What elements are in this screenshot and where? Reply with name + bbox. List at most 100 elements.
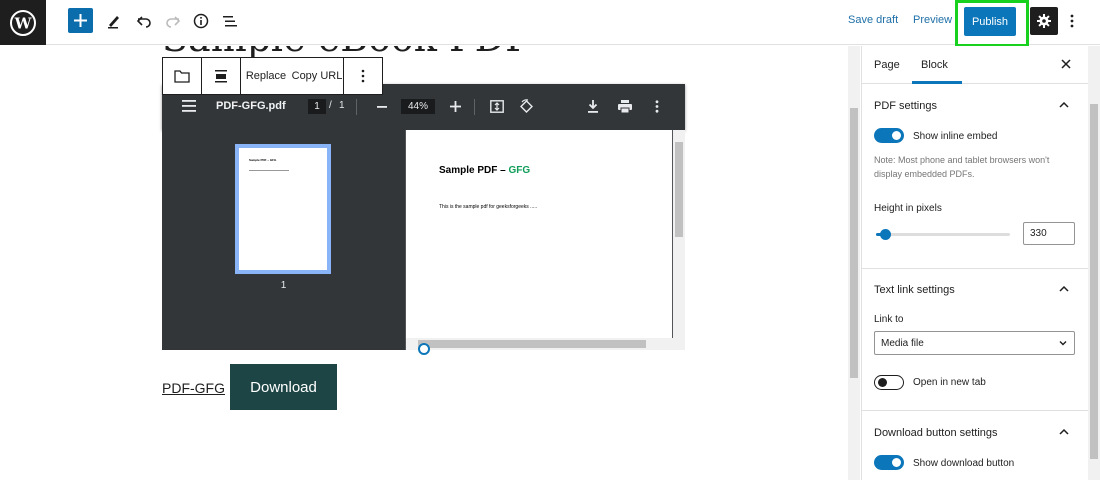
align-button[interactable] — [202, 58, 240, 94]
editor-top-bar: W Save draft Preview Publish — [0, 0, 1100, 47]
print-icon[interactable] — [618, 100, 632, 113]
page-thumbnail[interactable]: Sample PDF – GFG — [235, 144, 331, 274]
scrollbar-thumb[interactable] — [850, 108, 858, 378]
zoom-in-icon[interactable] — [450, 101, 461, 112]
thumbnail-page-number: 1 — [280, 280, 287, 291]
height-slider-handle[interactable] — [880, 229, 892, 240]
align-icon — [215, 70, 227, 83]
chevron-up-icon[interactable] — [1058, 426, 1070, 438]
preview-button[interactable]: Preview — [913, 14, 952, 26]
zoom-out-icon[interactable] — [377, 106, 387, 108]
zoom-level-input[interactable]: 44% — [401, 99, 435, 114]
download-button-settings-title[interactable]: Download button settings — [874, 427, 998, 439]
download-button[interactable]: Download — [230, 364, 337, 410]
copy-url-button[interactable]: Copy URL — [291, 58, 343, 94]
info-icon — [193, 13, 209, 29]
details-button[interactable] — [190, 10, 212, 32]
total-pages: 1 — [339, 100, 345, 111]
gear-icon — [1037, 14, 1051, 28]
pdf-page-body-text: This is the sample pdf for geeksforgeeks… — [439, 204, 538, 210]
open-new-tab-toggle[interactable] — [874, 375, 904, 390]
editor-canvas: Sample eBook PDF Replace Copy URL — [0, 46, 848, 480]
scrollbar-thumb[interactable] — [418, 340, 646, 348]
fit-page-icon[interactable] — [490, 100, 504, 113]
pdf-viewer-body: Sample PDF – GFG 1 Sample PDF – GFG This… — [162, 130, 685, 350]
active-tab-indicator — [912, 81, 962, 84]
sidebar-scrollbar[interactable] — [1088, 46, 1100, 480]
replace-button[interactable]: Replace — [241, 58, 291, 94]
options-button[interactable] — [1064, 10, 1080, 32]
page-separator: / — [329, 100, 332, 111]
height-input[interactable]: 330 — [1023, 222, 1075, 245]
show-inline-embed-label: Show inline embed — [913, 131, 998, 142]
toolbar-divider — [356, 99, 357, 115]
rotate-icon[interactable] — [519, 99, 534, 114]
resize-handle[interactable] — [418, 343, 430, 355]
undo-button[interactable] — [133, 10, 155, 32]
pdf-filename: PDF-GFG.pdf — [216, 100, 286, 112]
show-inline-embed-toggle[interactable] — [874, 128, 904, 143]
scrollbar-thumb[interactable] — [1090, 104, 1098, 459]
link-to-select[interactable]: Media file — [874, 331, 1075, 355]
close-icon[interactable] — [1058, 56, 1074, 72]
editor-scrollbar[interactable] — [848, 46, 860, 480]
toggle-knob — [892, 458, 901, 467]
list-view-icon — [223, 16, 237, 27]
tab-block[interactable]: Block — [921, 59, 948, 71]
show-download-button-toggle[interactable] — [874, 455, 904, 470]
publish-button[interactable]: Publish — [964, 7, 1016, 36]
plus-icon — [74, 14, 87, 27]
settings-sidebar: Page Block PDF settings Show inline embe… — [861, 46, 1100, 480]
height-slider-track[interactable] — [876, 233, 1010, 236]
menu-icon[interactable] — [182, 100, 196, 112]
text-link-settings-title[interactable]: Text link settings — [874, 284, 955, 296]
open-new-tab-label: Open in new tab — [913, 377, 986, 388]
list-view-button[interactable] — [219, 10, 241, 32]
vertical-ellipsis-icon[interactable] — [655, 100, 659, 113]
page-number-input[interactable]: 1 — [308, 99, 326, 114]
toggle-knob — [878, 378, 887, 387]
file-link[interactable]: PDF-GFG — [162, 380, 225, 396]
add-block-button[interactable] — [68, 8, 93, 33]
pdf-horizontal-scrollbar[interactable] — [406, 338, 685, 350]
pdf-page-heading: Sample PDF – GFG — [439, 165, 530, 176]
height-label: Height in pixels — [874, 203, 942, 214]
pdf-heading-text: Sample PDF – — [439, 165, 509, 176]
chevron-up-icon[interactable] — [1058, 283, 1070, 295]
block-options-button[interactable] — [344, 58, 382, 94]
block-type-button[interactable] — [163, 58, 201, 94]
redo-button[interactable] — [162, 10, 184, 32]
pdf-vertical-scrollbar[interactable] — [673, 130, 685, 338]
svg-text:W: W — [14, 14, 33, 32]
download-icon[interactable] — [587, 100, 599, 113]
block-toolbar: Replace Copy URL — [162, 57, 383, 95]
thumbnail-text-line — [249, 170, 289, 171]
undo-icon — [136, 16, 151, 28]
toggle-knob — [892, 131, 901, 140]
show-download-button-label: Show download button — [913, 458, 1015, 469]
edit-tools-button[interactable] — [103, 10, 125, 32]
folder-icon — [174, 70, 190, 83]
vertical-ellipsis-icon — [1070, 14, 1074, 28]
embed-note: Note: Most phone and tablet browsers won… — [874, 155, 1050, 179]
link-to-value: Media file — [881, 337, 924, 349]
thumbnail-pane: Sample PDF – GFG 1 — [162, 130, 405, 350]
sidebar-tabs: Page Block — [862, 46, 1088, 84]
save-draft-button[interactable]: Save draft — [848, 14, 898, 26]
panel-divider — [862, 410, 1088, 411]
wordpress-logo-icon[interactable]: W — [0, 0, 46, 45]
pdf-page: Sample PDF – GFG This is the sample pdf … — [406, 130, 672, 338]
link-to-label: Link to — [874, 314, 904, 325]
thumbnail-heading: Sample PDF – GFG — [249, 158, 277, 162]
redo-icon — [166, 16, 181, 28]
chevron-up-icon[interactable] — [1058, 99, 1070, 111]
toolbar-divider — [474, 99, 475, 115]
settings-button[interactable] — [1030, 7, 1058, 35]
vertical-ellipsis-icon — [361, 69, 365, 83]
tab-page[interactable]: Page — [874, 59, 900, 71]
pdf-settings-title[interactable]: PDF settings — [874, 100, 937, 112]
pencil-icon — [108, 16, 119, 29]
chevron-down-icon — [1059, 341, 1067, 346]
scrollbar-thumb[interactable] — [675, 142, 683, 237]
panel-divider — [862, 268, 1088, 269]
